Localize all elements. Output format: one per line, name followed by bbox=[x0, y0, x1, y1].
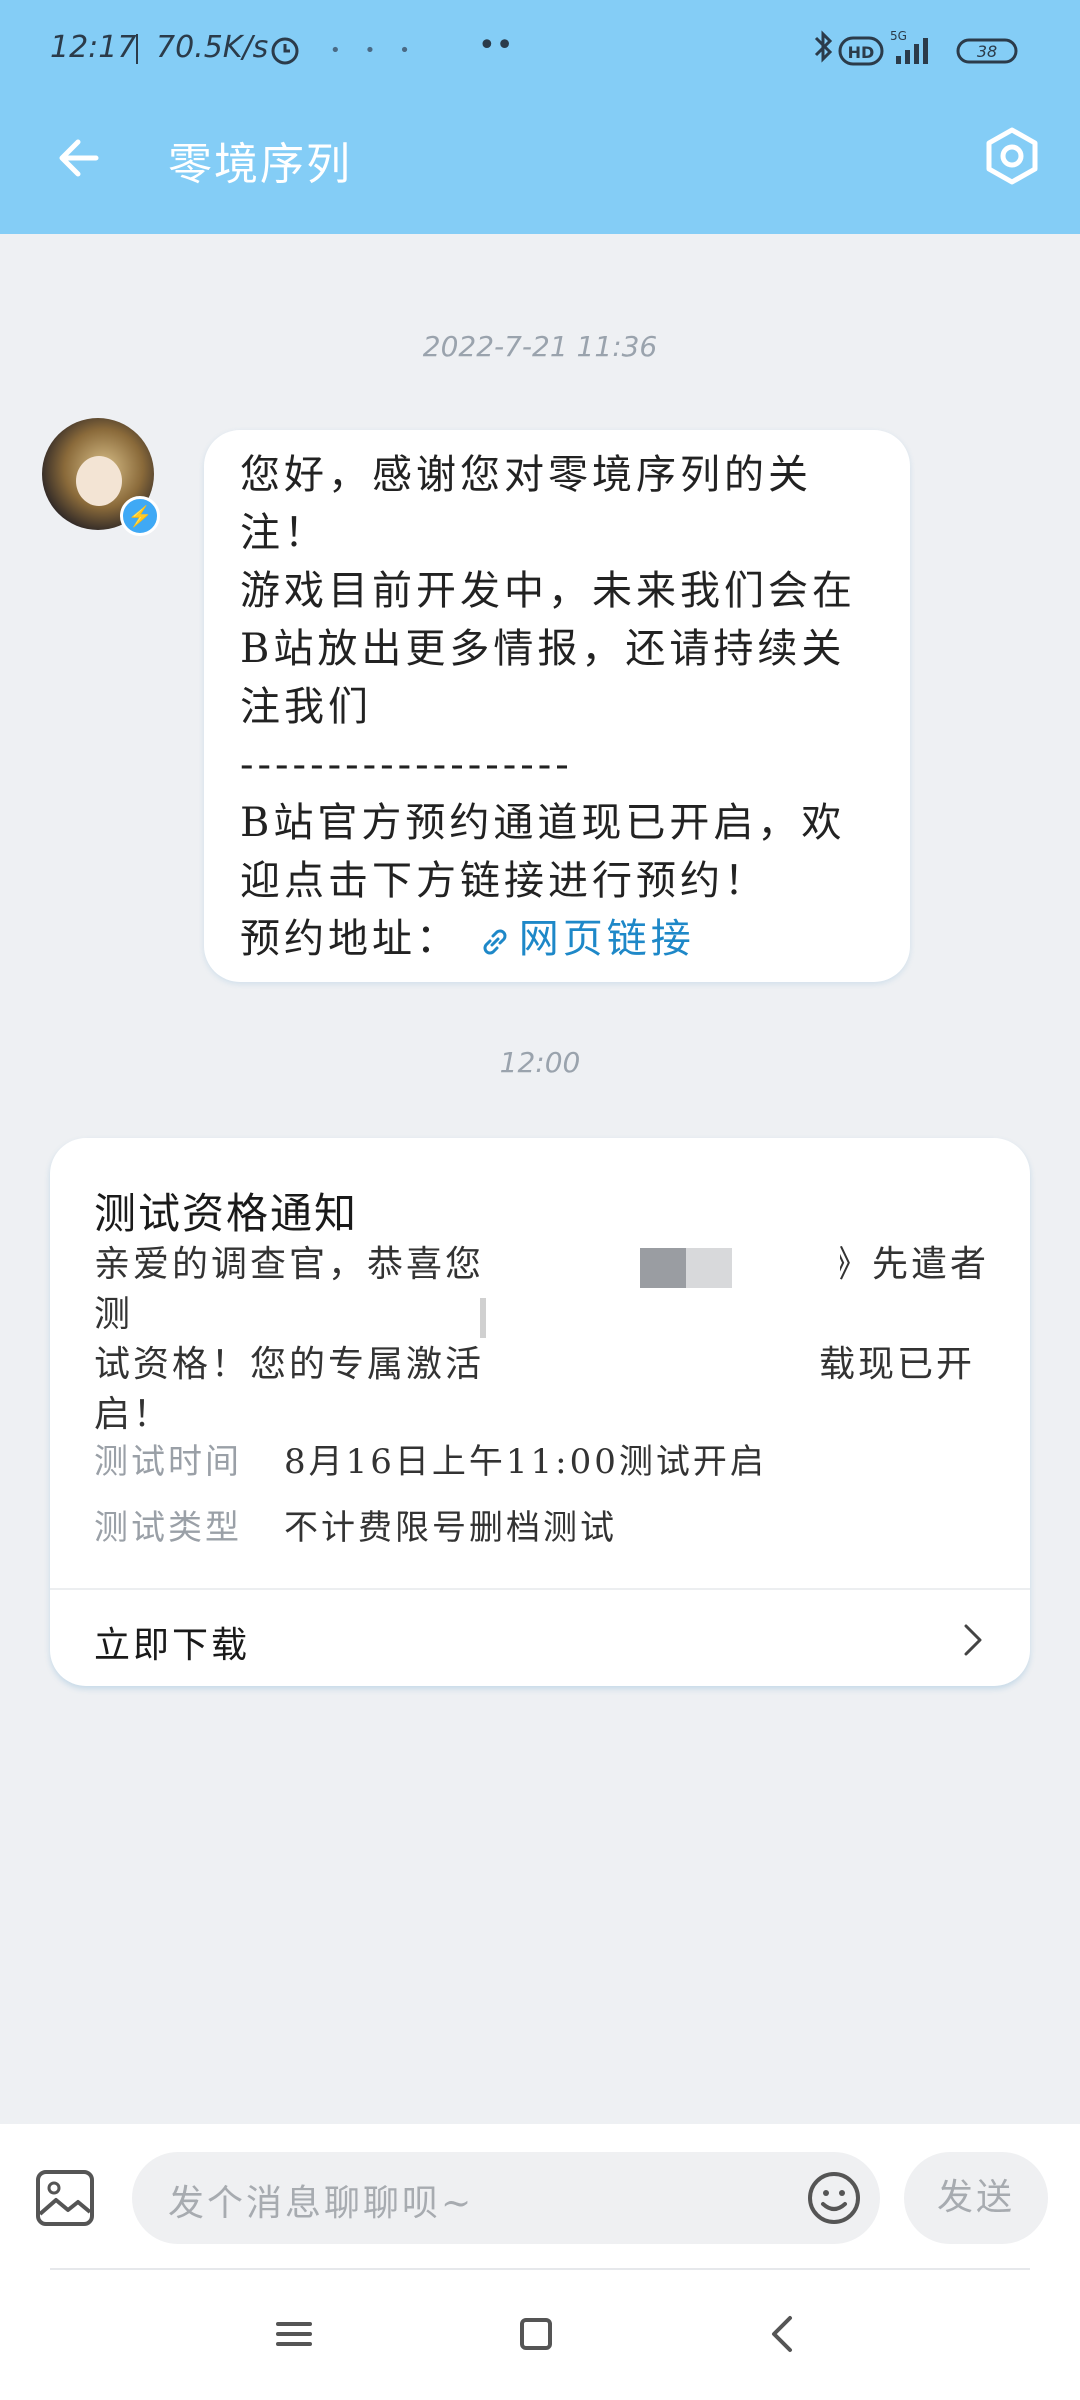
redaction-light bbox=[686, 1248, 732, 1288]
message-link-line: 预约地址： 网页链接 bbox=[240, 910, 880, 968]
header: 12:17 70.5K/s ••• •• HD 5G 38 零境序列 bbox=[0, 0, 1080, 234]
message-line: B站放出更多情报，还请持续关 bbox=[240, 626, 846, 672]
svg-text:HD: HD bbox=[848, 43, 875, 62]
message-text: 您好，感谢您对零境序列的关 注！ 游戏目前开发中，未来我们会在 B站放出更多情报… bbox=[240, 446, 880, 968]
toolbar: 零境序列 bbox=[0, 100, 1080, 234]
verified-bolt-icon: ⚡ bbox=[120, 496, 160, 536]
card-divider bbox=[50, 1588, 1030, 1590]
hd-icon: HD bbox=[838, 36, 884, 66]
alarm-clock-icon bbox=[271, 37, 299, 65]
status-right-icons: HD 5G 38 bbox=[814, 30, 1018, 66]
card-body-text: 载现已开 bbox=[819, 1344, 976, 1385]
download-now-button[interactable]: 立即下载 bbox=[94, 1616, 250, 1668]
message-divider-line: ------------------- bbox=[240, 742, 573, 788]
back-arrow-icon[interactable] bbox=[52, 130, 108, 186]
composer-divider bbox=[50, 2268, 1030, 2270]
send-button[interactable]: 发送 bbox=[904, 2152, 1048, 2244]
message-input-placeholder: 发个消息聊聊呗~ bbox=[168, 2183, 475, 2224]
back-nav-icon[interactable] bbox=[754, 2304, 814, 2364]
card-title: 测试资格通知 bbox=[94, 1189, 359, 1238]
status-network-speed: 70.5K/s bbox=[156, 30, 269, 65]
menu-nav-icon[interactable] bbox=[264, 2304, 324, 2364]
avatar-face bbox=[76, 456, 122, 506]
message-timestamp: 2022-7-21 11:36 bbox=[422, 330, 658, 363]
message-line: 您好，感谢您对零境序列的关 bbox=[240, 452, 812, 498]
avatar[interactable]: ⚡ bbox=[42, 418, 160, 536]
info-label: 测试类型 bbox=[94, 1508, 242, 1548]
chain-link-icon bbox=[483, 929, 507, 955]
message-line: 迎点击下方链接进行预约！ bbox=[240, 858, 768, 904]
web-link-label: 网页链接 bbox=[518, 916, 695, 962]
card-body-text: 试资格！您的专属激活 bbox=[94, 1344, 485, 1385]
card-body-line-3: 启！ bbox=[94, 1394, 173, 1435]
info-value: 8月16日上午11:00测试开启 bbox=[284, 1442, 767, 1482]
settings-icon[interactable] bbox=[980, 124, 1044, 188]
svg-text:5G: 5G bbox=[890, 30, 907, 43]
card-body-text: 亲爱的调查官，恭喜您 bbox=[94, 1244, 485, 1285]
redaction-edge bbox=[480, 1298, 486, 1338]
card-timestamp: 12:00 bbox=[499, 1046, 581, 1079]
info-row-test-type: 测试类型 不计费限号删档测试 bbox=[94, 1500, 614, 1549]
chevron-right-icon bbox=[964, 1624, 982, 1656]
notification-icons: ••• bbox=[330, 40, 434, 61]
web-link[interactable]: 网页链接 bbox=[477, 916, 695, 962]
svg-text:38: 38 bbox=[977, 42, 997, 61]
message-line: B站官方预约通道现已开启，欢 bbox=[240, 800, 846, 846]
status-bar: 12:17 70.5K/s ••• •• HD 5G 38 bbox=[0, 0, 1080, 100]
page-title: 零境序列 bbox=[168, 139, 352, 190]
emoji-icon[interactable] bbox=[806, 2170, 862, 2226]
signal-icon: 5G bbox=[890, 30, 928, 64]
link-prefix: 预约地址： bbox=[240, 916, 460, 962]
card-body-line-2: 试资格！您的专属激活 载现已开 bbox=[94, 1340, 994, 1390]
image-picker-icon[interactable] bbox=[34, 2168, 96, 2228]
redaction-block bbox=[480, 1292, 820, 1342]
status-divider bbox=[136, 34, 138, 64]
composer-bar: 发个消息聊聊呗~ 发送 bbox=[0, 2124, 1080, 2400]
status-time: 12:17 bbox=[50, 30, 137, 65]
redaction-gray bbox=[640, 1248, 686, 1288]
redaction-block bbox=[520, 1242, 840, 1292]
battery-icon: 38 bbox=[956, 38, 1018, 64]
message-line: 注我们 bbox=[240, 684, 372, 730]
bluetooth-icon bbox=[814, 30, 833, 63]
info-row-test-time: 测试时间 8月16日上午11:00测试开启 bbox=[94, 1434, 764, 1483]
info-value: 不计费限号删档测试 bbox=[284, 1508, 617, 1548]
message-input[interactable]: 发个消息聊聊呗~ bbox=[132, 2152, 880, 2244]
more-notifications-icon: •• bbox=[478, 28, 514, 63]
message-line: 注！ bbox=[240, 510, 328, 556]
home-nav-icon[interactable] bbox=[506, 2304, 566, 2364]
message-line: 游戏目前开发中，未来我们会在 bbox=[240, 568, 856, 614]
message-bubble: 您好，感谢您对零境序列的关 注！ 游戏目前开发中，未来我们会在 B站放出更多情报… bbox=[204, 430, 910, 982]
test-qualification-card[interactable]: 测试资格通知 亲爱的调查官，恭喜您 列》先遣者测 试资格！您的专属激活 载现已开 启… bbox=[50, 1138, 1030, 1686]
info-label: 测试时间 bbox=[94, 1442, 242, 1482]
